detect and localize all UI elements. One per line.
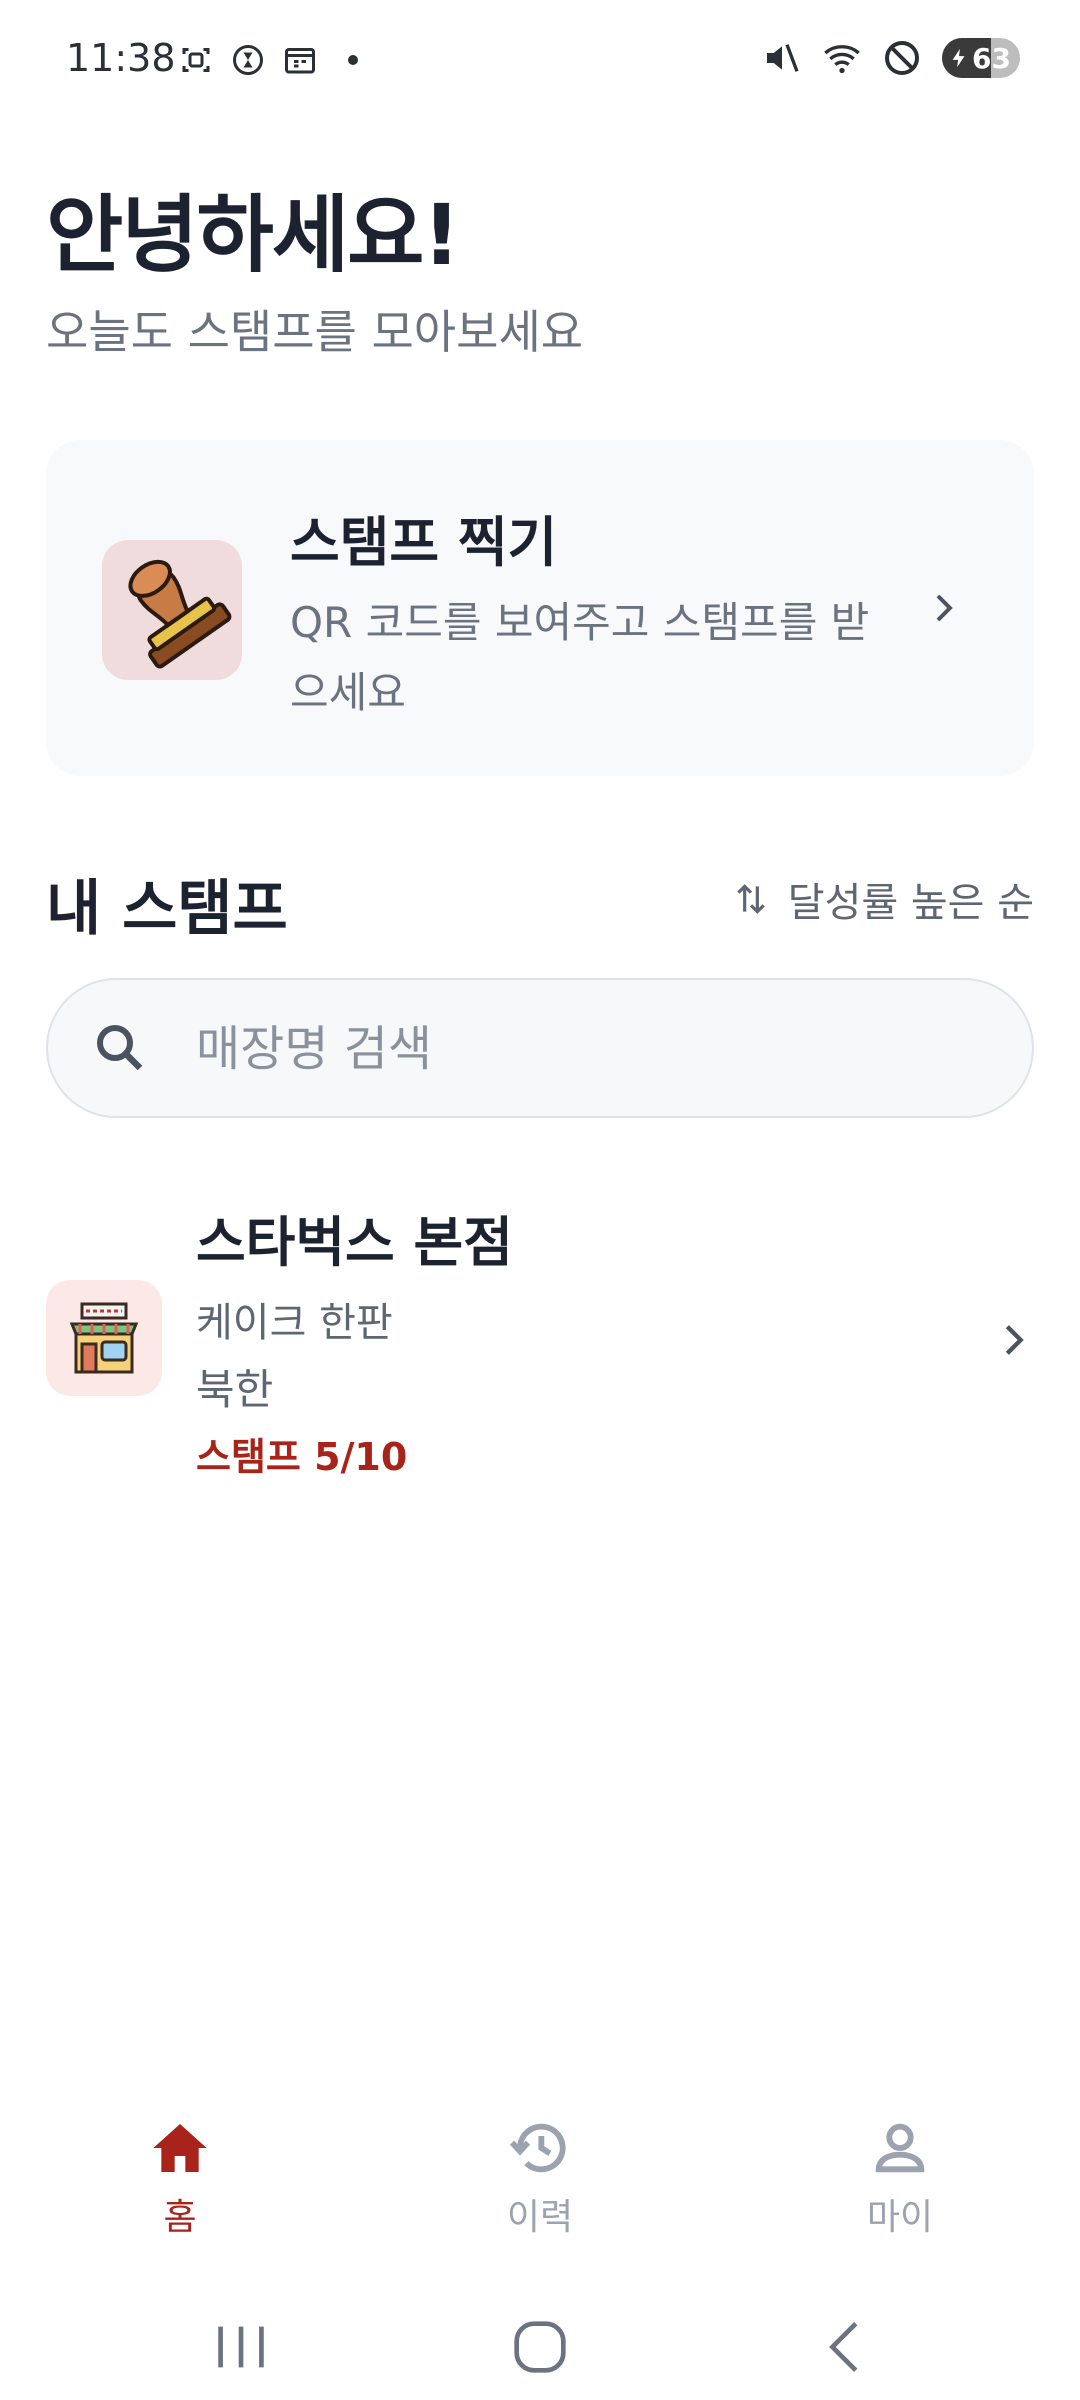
bottom-nav: 홈 이력 마이: [0, 2100, 1080, 2260]
stamp-card[interactable]: 스탬프 찍기 QR 코드를 보여주고 스탬프를 받으세요: [46, 440, 1034, 776]
person-icon: [875, 2123, 925, 2173]
rubber-stamp-icon: [128, 559, 232, 669]
greeting-title: 안녕하세요!: [46, 186, 461, 284]
sort-icon: [736, 884, 765, 914]
nav-my-label: 마이: [866, 2197, 934, 2238]
nav-history-label: 이력: [506, 2197, 574, 2238]
store-icon: [69, 1302, 139, 1374]
notification-dot: [348, 55, 358, 65]
store-list-item[interactable]: 스타벅스 본점 케이크 한판 북한 스탬프 5/10: [46, 1190, 1034, 1490]
my-stamps-title: 내 스탬프: [46, 874, 288, 944]
status-bar: 11:38 63: [0, 0, 1080, 120]
recent-apps-icon[interactable]: [206, 2312, 276, 2382]
search-box[interactable]: [46, 978, 1034, 1118]
store-name: 스타벅스 본점: [196, 1211, 513, 1274]
home-button-icon[interactable]: [505, 2312, 575, 2382]
chevron-right-icon: [1005, 1325, 1024, 1355]
store-reward: 케이크 한판: [196, 1300, 393, 1346]
battery-indicator: 63: [942, 38, 1020, 78]
battery-level: 63: [972, 41, 1011, 75]
wifi-icon: [824, 45, 860, 74]
store-owner: 북한: [196, 1365, 274, 1414]
stamp-progress: 스탬프 5/10: [196, 1435, 408, 1479]
greeting-subtitle: 오늘도 스탬프를 모아보세요: [46, 305, 584, 359]
mute-icon: [767, 44, 799, 72]
status-time: 11:38: [66, 36, 176, 80]
status-left-icons: [178, 42, 358, 78]
nav-history[interactable]: 이력: [440, 2116, 640, 2240]
sort-button[interactable]: 달성률 높은 순: [732, 870, 1034, 928]
calendar-icon: [285, 48, 315, 74]
search-input[interactable]: [194, 980, 998, 1118]
store-thumbnail: [46, 1280, 162, 1396]
nav-my[interactable]: 마이: [800, 2116, 1000, 2240]
do-not-disturb-icon: [885, 41, 919, 75]
chevron-right-icon: [936, 594, 953, 622]
history-icon: [509, 2123, 566, 2173]
home-icon: [153, 2124, 207, 2172]
back-icon[interactable]: [812, 2312, 882, 2382]
nav-home-label: 홈: [163, 2197, 197, 2238]
stamp-card-title: 스탬프 찍기: [290, 511, 558, 574]
system-nav-bar: [0, 2290, 1080, 2400]
stamp-card-icon-box: [102, 540, 242, 680]
status-right-icons: 63: [762, 38, 1020, 78]
hourglass-icon: [233, 45, 263, 75]
sort-label: 달성률 높은 순: [787, 880, 1034, 926]
screenshot-icon: [182, 48, 210, 72]
nav-home[interactable]: 홈: [80, 2116, 280, 2240]
search-icon: [97, 1025, 143, 1071]
battery-charging-icon: [952, 48, 965, 68]
stamp-card-description: QR 코드를 보여주고 스탬프를 받으세요: [290, 598, 870, 717]
